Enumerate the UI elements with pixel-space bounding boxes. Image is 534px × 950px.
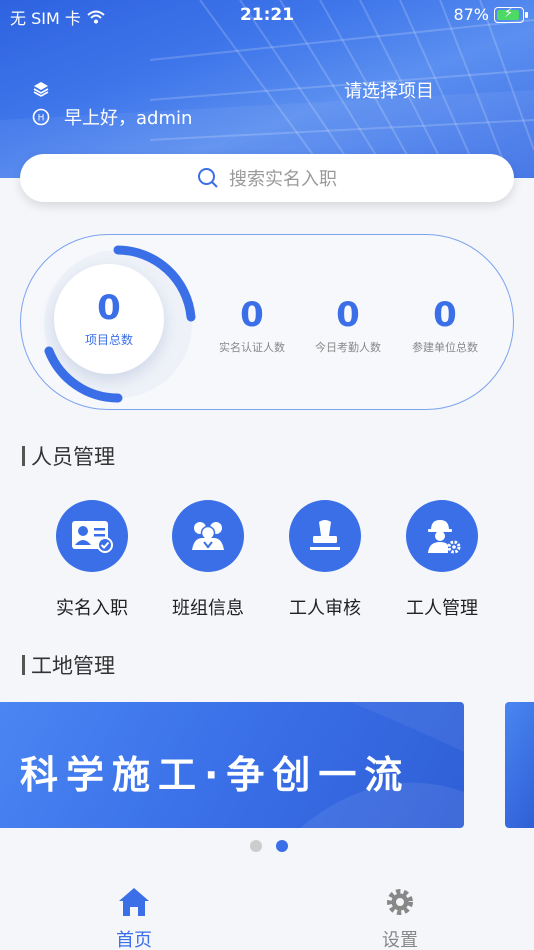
carousel-dot[interactable] — [250, 840, 262, 852]
section-bar — [22, 446, 25, 466]
project-total-card[interactable]: 0 项目总数 — [54, 264, 164, 374]
id-card-icon — [72, 521, 113, 553]
stamp-icon — [310, 520, 340, 550]
menu-label: 工人审核 — [289, 598, 361, 619]
section-site: 工地管理 — [22, 650, 115, 680]
select-project-button[interactable]: 请选择项目 — [344, 77, 434, 103]
menu-label: 班组信息 — [172, 598, 244, 619]
battery-icon: ⚡ — [494, 6, 528, 23]
home-icon — [119, 888, 149, 916]
stat-value: 0 — [240, 295, 264, 335]
search-bar[interactable]: 搜索实名入职 — [20, 154, 514, 202]
stat-value: 0 — [433, 295, 457, 335]
carousel-indicator — [250, 840, 288, 852]
menu-label: 实名入职 — [56, 598, 128, 619]
project-total-value: 0 — [97, 287, 121, 328]
tab-bar: 首页 设置 — [0, 872, 534, 950]
section-bar — [22, 655, 25, 675]
stat-units[interactable]: 0 参建单位总数 — [400, 298, 490, 355]
menu-icon-circle — [289, 500, 361, 572]
search-icon — [198, 168, 218, 188]
status-bar: 无 SIM 卡 21:21 87% ⚡ — [0, 0, 534, 32]
stat-label: 参建单位总数 — [412, 341, 478, 354]
section-personnel: 人员管理 — [22, 441, 115, 471]
greeting-icon: H — [32, 108, 50, 126]
stat-attendance[interactable]: 0 今日考勤人数 — [303, 298, 393, 355]
tab-home-label: 首页 — [116, 930, 152, 950]
carousel-slide[interactable]: 科学施工·争创一流 — [0, 702, 464, 828]
menu-icon-circle — [56, 500, 128, 572]
greeting-text: 早上好，admin — [64, 108, 193, 129]
menu-icon-circle — [406, 500, 478, 572]
banner-slogan: 科学施工·争创一流 — [20, 753, 411, 797]
carousel-dot-active[interactable] — [276, 840, 288, 852]
team-icon — [192, 522, 224, 550]
stat-label: 今日考勤人数 — [315, 341, 381, 354]
tab-settings[interactable]: 设置 — [360, 886, 440, 950]
battery-percent: 87% — [453, 5, 489, 24]
menu-worker-review[interactable]: 工人审核 — [275, 500, 375, 620]
menu-team-info[interactable]: 班组信息 — [158, 500, 258, 620]
search-placeholder: 搜索实名入职 — [229, 169, 337, 190]
tab-settings-label: 设置 — [382, 930, 418, 950]
project-total-label: 项目总数 — [84, 332, 133, 347]
stat-label: 实名认证人数 — [219, 341, 285, 354]
menu-realname-onboard[interactable]: 实名入职 — [42, 500, 142, 620]
svg-text:H: H — [38, 114, 45, 124]
carousel-next-slide[interactable] — [505, 702, 534, 828]
worker-gear-icon — [428, 520, 461, 554]
menu-icon-circle — [172, 500, 244, 572]
section-title-text: 人员管理 — [31, 445, 115, 469]
layers-icon[interactable] — [32, 80, 50, 98]
stat-value: 0 — [336, 295, 360, 335]
tab-home[interactable]: 首页 — [94, 886, 174, 950]
stat-realname[interactable]: 0 实名认证人数 — [207, 298, 297, 355]
header-banner: 无 SIM 卡 21:21 87% ⚡ H 早上好，admin 请选择项目 — [0, 0, 534, 178]
menu-worker-management[interactable]: 工人管理 — [392, 500, 492, 620]
section-title-text: 工地管理 — [31, 654, 115, 678]
menu-label: 工人管理 — [406, 598, 478, 619]
gear-icon — [387, 889, 413, 915]
